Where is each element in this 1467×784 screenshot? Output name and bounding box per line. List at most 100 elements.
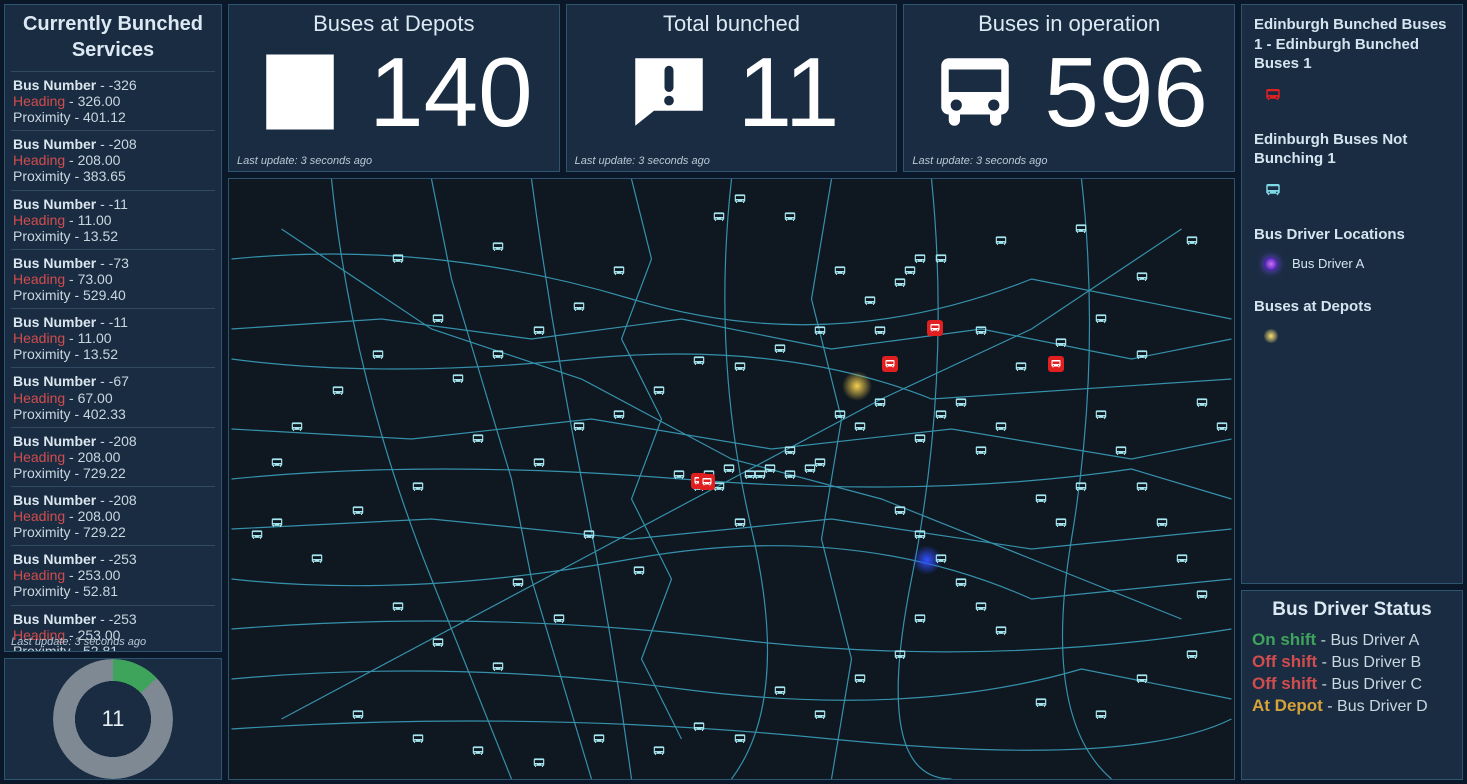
bus-marker[interactable]: [872, 323, 888, 339]
bus-marker[interactable]: [742, 467, 758, 483]
bus-marker[interactable]: [1174, 551, 1190, 567]
bus-marker[interactable]: [1093, 707, 1109, 723]
bunched-item[interactable]: Bus Number - -73Heading - 73.00Proximity…: [11, 249, 215, 308]
bus-marker[interactable]: [973, 599, 989, 615]
bus-marker[interactable]: [1134, 479, 1150, 495]
bus-marker[interactable]: [973, 443, 989, 459]
legend-driver-a[interactable]: Bus Driver A: [1254, 252, 1450, 275]
bus-marker[interactable]: [1184, 647, 1200, 663]
bus-marker[interactable]: [490, 347, 506, 363]
bus-marker[interactable]: [1053, 515, 1069, 531]
bus-marker[interactable]: [953, 575, 969, 591]
bus-marker[interactable]: [470, 431, 486, 447]
bus-marker[interactable]: [510, 575, 526, 591]
bus-marker[interactable]: [531, 455, 547, 471]
bunched-item[interactable]: Bus Number - -208Heading - 208.00Proximi…: [11, 427, 215, 486]
bus-marker[interactable]: [852, 419, 868, 435]
bus-marker[interactable]: [581, 527, 597, 543]
bus-marker[interactable]: [732, 731, 748, 747]
bunched-bus-marker[interactable]: [699, 474, 715, 490]
legend-bunched-item[interactable]: [1254, 82, 1450, 108]
bus-marker[interactable]: [410, 479, 426, 495]
bus-marker[interactable]: [1093, 311, 1109, 327]
bus-marker[interactable]: [531, 323, 547, 339]
bus-marker[interactable]: [852, 671, 868, 687]
bus-marker[interactable]: [370, 347, 386, 363]
bus-marker[interactable]: [430, 635, 446, 651]
bus-marker[interactable]: [912, 527, 928, 543]
bus-marker[interactable]: [350, 707, 366, 723]
bus-marker[interactable]: [892, 503, 908, 519]
bunched-bus-marker[interactable]: [1048, 356, 1064, 372]
map-panel[interactable]: [228, 178, 1235, 780]
bunched-item[interactable]: Bus Number - -253Heading - 253.00Proximi…: [11, 545, 215, 604]
stat-total-bunched[interactable]: Total bunched 11 Last update: 3 seconds …: [566, 4, 898, 172]
bus-marker[interactable]: [309, 551, 325, 567]
bus-marker[interactable]: [1073, 221, 1089, 237]
bus-marker[interactable]: [611, 407, 627, 423]
bunched-item[interactable]: Bus Number - -11Heading - 11.00Proximity…: [11, 308, 215, 367]
bus-marker[interactable]: [450, 371, 466, 387]
bus-marker[interactable]: [1134, 347, 1150, 363]
bus-marker[interactable]: [912, 611, 928, 627]
bus-marker[interactable]: [551, 611, 567, 627]
bunched-item[interactable]: Bus Number - -67Heading - 67.00Proximity…: [11, 367, 215, 426]
bus-marker[interactable]: [812, 707, 828, 723]
bus-marker[interactable]: [782, 443, 798, 459]
bunched-bus-marker[interactable]: [927, 320, 943, 336]
bus-marker[interactable]: [571, 419, 587, 435]
bus-marker[interactable]: [490, 659, 506, 675]
bus-marker[interactable]: [611, 263, 627, 279]
bus-marker[interactable]: [953, 395, 969, 411]
bunched-item[interactable]: Bus Number - -11Heading - 11.00Proximity…: [11, 190, 215, 249]
bus-marker[interactable]: [249, 527, 265, 543]
bus-marker[interactable]: [832, 263, 848, 279]
bus-marker[interactable]: [430, 311, 446, 327]
bus-marker[interactable]: [1053, 335, 1069, 351]
bus-marker[interactable]: [269, 455, 285, 471]
stat-buses-at-depots[interactable]: Buses at Depots 140 Last update: 3 secon…: [228, 4, 560, 172]
bus-marker[interactable]: [933, 251, 949, 267]
bus-marker[interactable]: [912, 251, 928, 267]
bus-marker[interactable]: [330, 383, 346, 399]
bus-marker[interactable]: [1194, 395, 1210, 411]
bus-marker[interactable]: [711, 209, 727, 225]
depot-glow-marker[interactable]: [842, 371, 872, 401]
bus-marker[interactable]: [993, 419, 1009, 435]
bus-marker[interactable]: [350, 503, 366, 519]
bus-marker[interactable]: [993, 623, 1009, 639]
bus-marker[interactable]: [1154, 515, 1170, 531]
bus-marker[interactable]: [732, 515, 748, 531]
bus-marker[interactable]: [410, 731, 426, 747]
bus-marker[interactable]: [802, 461, 818, 477]
legend-notbunching-item[interactable]: [1254, 177, 1450, 203]
bus-marker[interactable]: [892, 647, 908, 663]
bus-marker[interactable]: [862, 293, 878, 309]
bus-marker[interactable]: [470, 743, 486, 759]
bus-marker[interactable]: [490, 239, 506, 255]
bus-marker[interactable]: [1033, 695, 1049, 711]
bus-marker[interactable]: [912, 431, 928, 447]
bus-marker[interactable]: [269, 515, 285, 531]
bunched-item[interactable]: Bus Number - -208Heading - 208.00Proximi…: [11, 486, 215, 545]
bus-marker[interactable]: [782, 467, 798, 483]
bunched-item[interactable]: Bus Number - -326Heading - 326.00Proximi…: [11, 71, 215, 130]
bunched-services-list[interactable]: Bus Number - -326Heading - 326.00Proximi…: [5, 71, 221, 652]
bus-marker[interactable]: [872, 395, 888, 411]
bus-marker[interactable]: [732, 191, 748, 207]
bus-marker[interactable]: [651, 743, 667, 759]
bus-marker[interactable]: [993, 233, 1009, 249]
bunched-bus-marker[interactable]: [882, 356, 898, 372]
bus-marker[interactable]: [390, 599, 406, 615]
bus-marker[interactable]: [732, 359, 748, 375]
bus-marker[interactable]: [782, 209, 798, 225]
bus-marker[interactable]: [571, 299, 587, 315]
bus-marker[interactable]: [691, 719, 707, 735]
bus-marker[interactable]: [933, 551, 949, 567]
bus-marker[interactable]: [721, 461, 737, 477]
bus-marker[interactable]: [1013, 359, 1029, 375]
bus-marker[interactable]: [671, 467, 687, 483]
bus-marker[interactable]: [1134, 269, 1150, 285]
bus-marker[interactable]: [531, 755, 547, 771]
bus-marker[interactable]: [1194, 587, 1210, 603]
